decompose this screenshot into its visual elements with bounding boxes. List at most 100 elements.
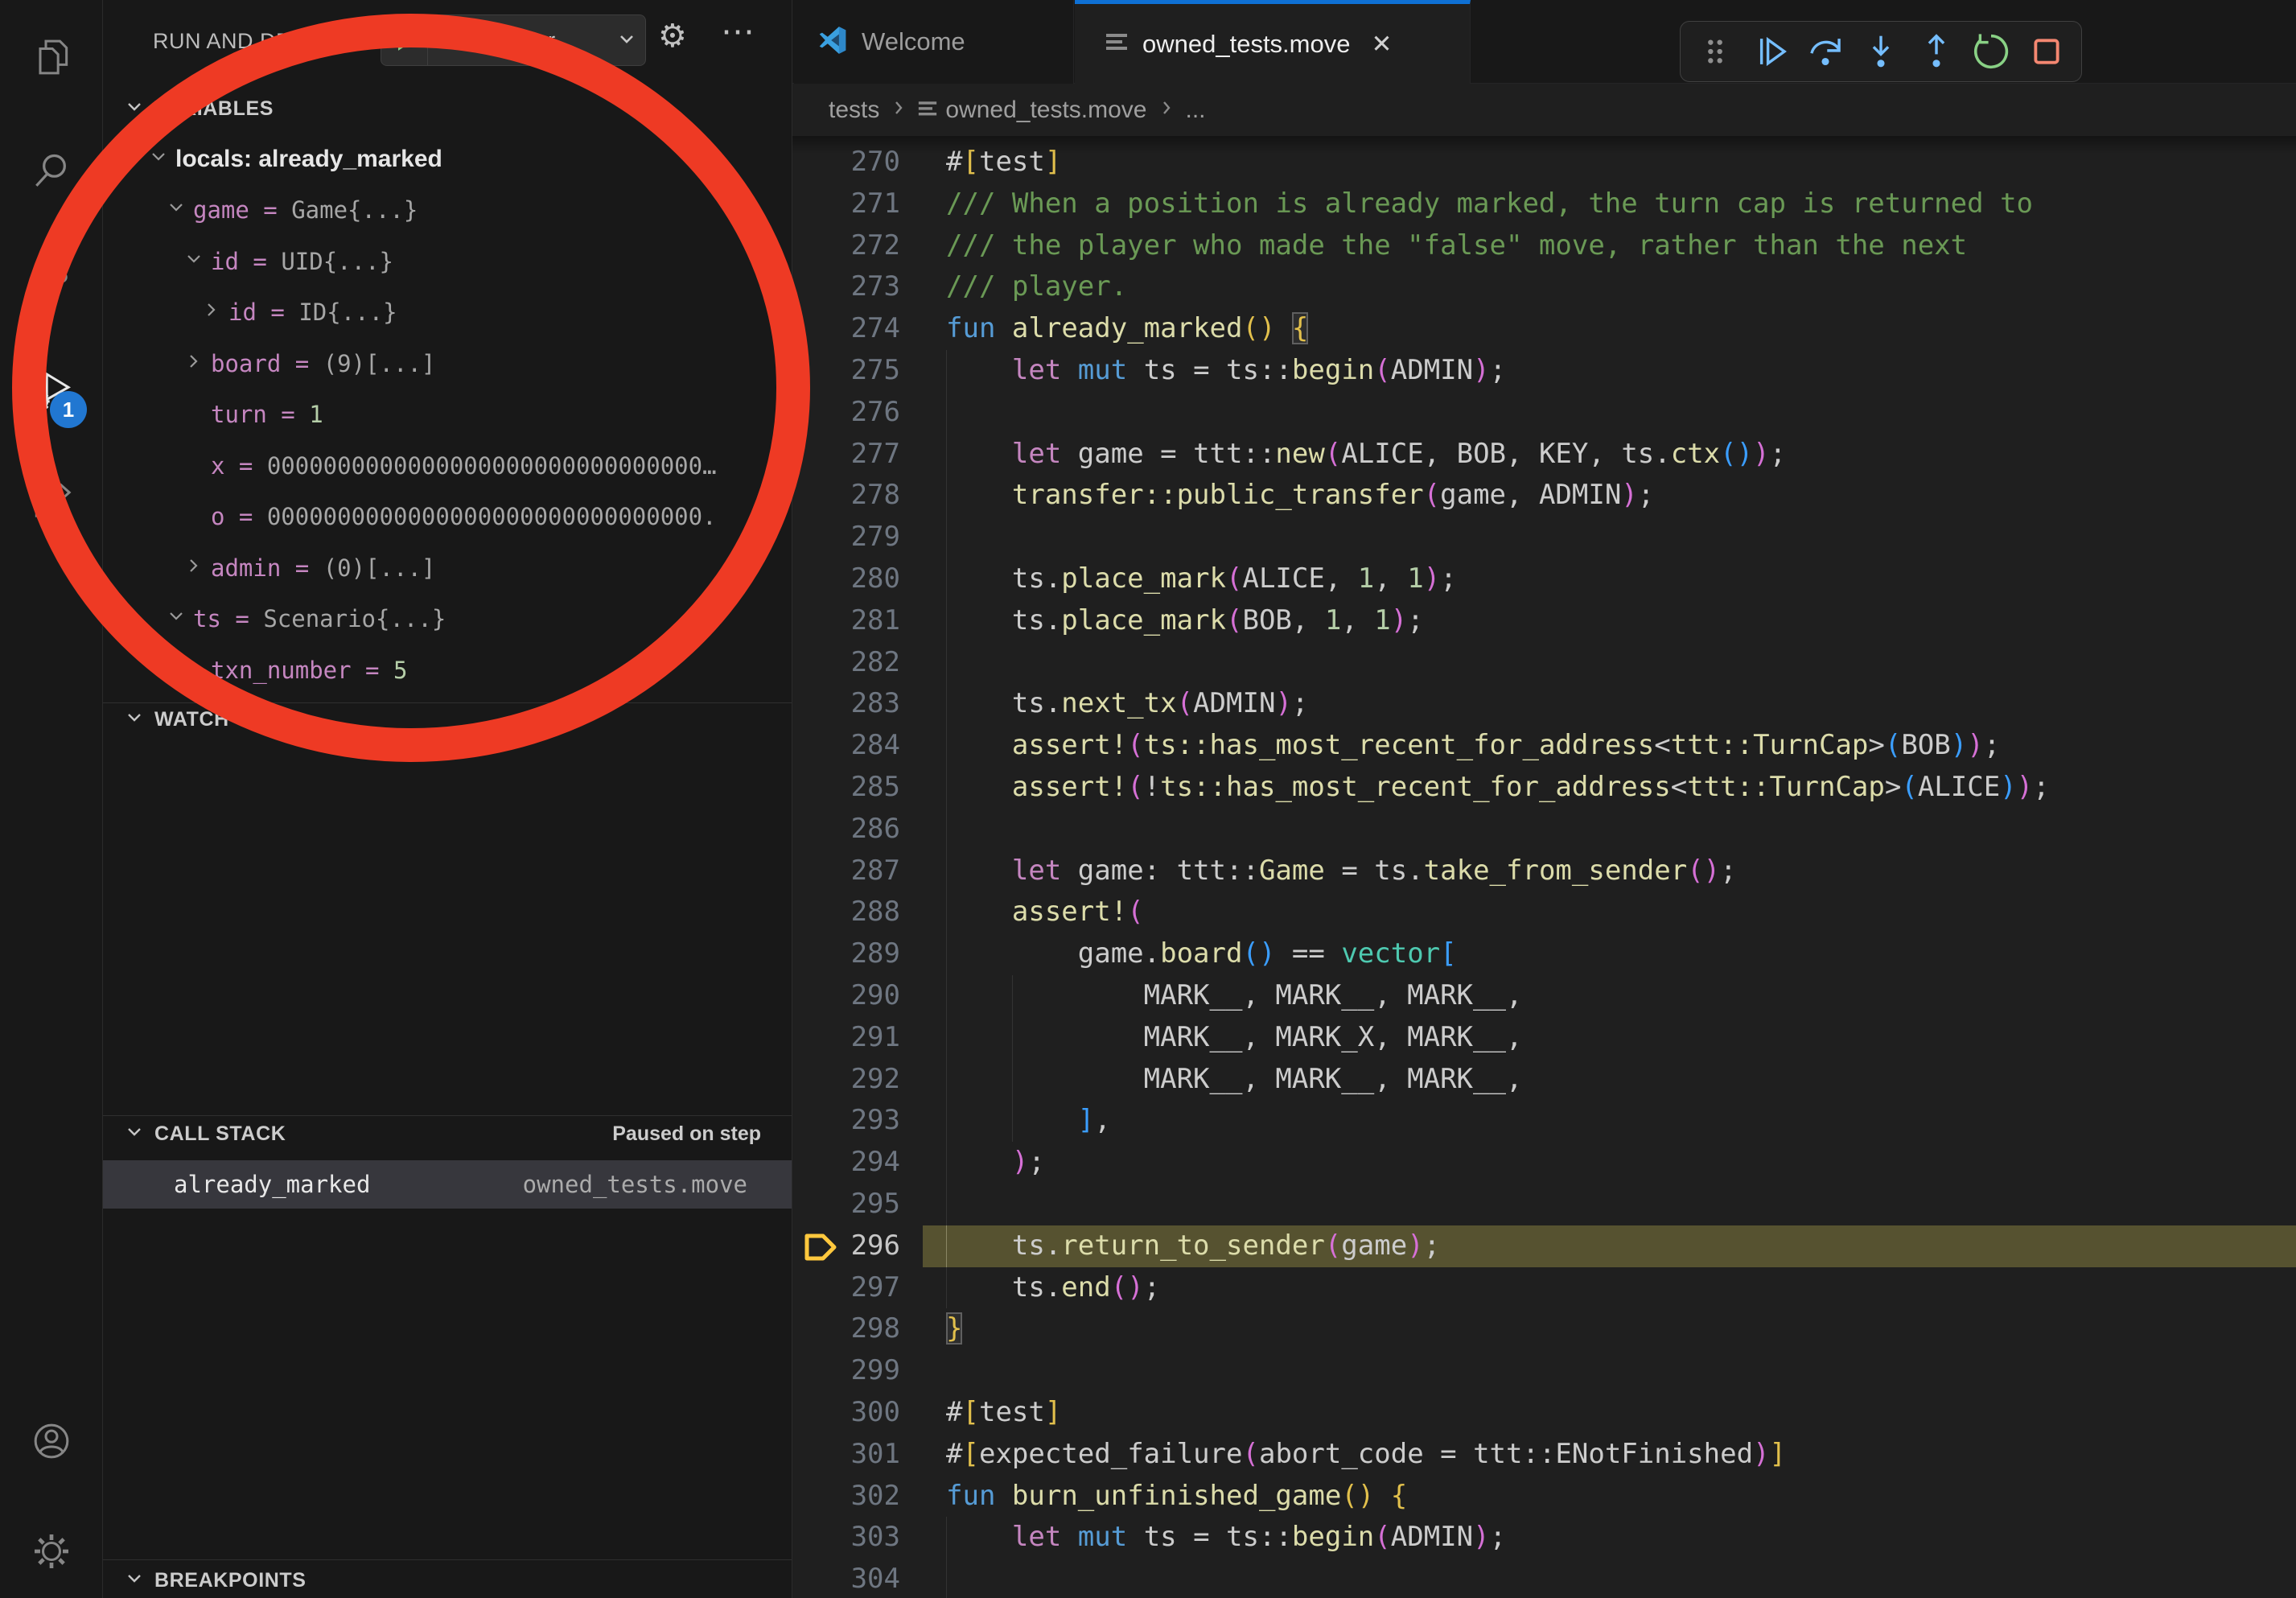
line-text[interactable]: ts.end(); (946, 1267, 1160, 1309)
variable-row[interactable]: locals: already_marked (103, 134, 792, 185)
debug-config-dropdown[interactable]: No Configur (428, 28, 608, 53)
line-number[interactable]: 275 (792, 350, 900, 392)
variable-row[interactable]: board = (9)[...] (103, 338, 792, 389)
line-text[interactable]: ts.place_mark(BOB, 1, 1); (946, 600, 1424, 642)
variables-section-header[interactable]: VARIABLES (103, 89, 792, 128)
line-number[interactable]: 295 (792, 1184, 900, 1225)
restart-icon[interactable] (1971, 31, 2011, 72)
line-number[interactable]: 302 (792, 1476, 900, 1518)
line-number[interactable]: 297 (792, 1267, 900, 1309)
account-icon[interactable] (29, 1419, 74, 1464)
more-actions-icon[interactable]: ⋯ (721, 11, 756, 51)
line-text[interactable]: #[expected_failure(abort_code = ttt::ENo… (946, 1434, 1786, 1476)
variable-row[interactable]: admin = (0)[...] (103, 542, 792, 594)
step-out-icon[interactable] (1916, 31, 1957, 72)
line-number[interactable]: 301 (792, 1434, 900, 1476)
line-text[interactable]: let mut ts = ts::begin(ADMIN); (946, 350, 1506, 392)
line-text[interactable]: MARK__, MARK__, MARK__, (946, 1059, 1522, 1101)
line-number[interactable]: 304 (792, 1559, 900, 1598)
breadcrumb-file[interactable]: owned_tests.move (945, 97, 1146, 124)
watch-section-header[interactable]: WATCH (103, 700, 792, 739)
settings-gear-icon[interactable] (29, 1529, 74, 1574)
chevron-right-icon[interactable] (183, 350, 204, 377)
stop-icon[interactable] (2026, 31, 2067, 72)
line-text[interactable]: /// When a position is already marked, t… (946, 183, 2033, 225)
line-number[interactable]: 282 (792, 642, 900, 684)
tab-welcome[interactable]: Welcome (794, 0, 1074, 84)
line-text[interactable]: ); (946, 1142, 1045, 1184)
chevron-right-icon[interactable] (201, 299, 222, 326)
search-icon[interactable] (29, 147, 74, 192)
line-number[interactable]: 281 (792, 600, 900, 642)
line-text[interactable]: } (946, 1308, 962, 1350)
continue-icon[interactable] (1751, 31, 1791, 72)
call-stack-frame[interactable]: already_marked owned_tests.move (103, 1160, 792, 1209)
line-number[interactable]: 289 (792, 933, 900, 975)
line-text[interactable]: fun burn_unfinished_game() { (946, 1476, 1407, 1518)
line-number[interactable]: 296 (792, 1225, 900, 1267)
step-into-icon[interactable] (1861, 31, 1901, 72)
chevron-down-icon[interactable] (166, 196, 187, 224)
line-text[interactable]: transfer::public_transfer(game, ADMIN); (946, 475, 1654, 517)
line-number[interactable]: 273 (792, 266, 900, 308)
line-number[interactable]: 288 (792, 892, 900, 933)
breadcrumb-symbol[interactable]: ... (1186, 97, 1206, 124)
line-text[interactable]: let mut ts = ts::begin(ADMIN); (946, 1517, 1506, 1559)
close-icon[interactable]: ✕ (1371, 30, 1392, 59)
line-number[interactable]: 299 (792, 1350, 900, 1392)
line-number[interactable]: 287 (792, 850, 900, 892)
variable-row[interactable]: id = ID{...} (103, 287, 792, 339)
line-number[interactable]: 277 (792, 434, 900, 476)
drag-grip-icon[interactable] (1695, 31, 1735, 72)
chevron-down-icon[interactable] (183, 248, 204, 275)
line-text[interactable]: fun already_marked() { (946, 308, 1308, 350)
line-number[interactable]: 292 (792, 1059, 900, 1101)
line-text[interactable]: ts.return_to_sender(game); (946, 1225, 1440, 1267)
line-text[interactable]: assert!(!ts::has_most_recent_for_address… (946, 767, 2050, 809)
explorer-icon[interactable] (29, 35, 74, 80)
line-text[interactable]: assert!( (946, 892, 1144, 933)
variable-row[interactable]: game = Game{...} (103, 185, 792, 237)
variable-row[interactable]: x = 0000000000000000000000000000000… (103, 440, 792, 492)
line-number[interactable]: 294 (792, 1142, 900, 1184)
line-text[interactable]: ts.next_tx(ADMIN); (946, 683, 1308, 725)
chevron-down-icon[interactable] (608, 28, 645, 53)
line-number[interactable]: 284 (792, 725, 900, 767)
step-over-icon[interactable] (1805, 31, 1845, 72)
line-text[interactable]: game.board() == vector[ (946, 933, 1457, 975)
line-text[interactable]: ts.place_mark(ALICE, 1, 1); (946, 558, 1457, 600)
line-number[interactable]: 300 (792, 1392, 900, 1434)
gear-icon[interactable]: ⚙ (658, 18, 687, 55)
line-number[interactable]: 280 (792, 558, 900, 600)
chevron-down-icon[interactable] (148, 146, 169, 173)
variable-row[interactable]: o = 0000000000000000000000000000000. (103, 492, 792, 543)
line-text[interactable]: let game = ttt::new(ALICE, BOB, KEY, ts.… (946, 434, 1786, 476)
line-text[interactable]: MARK__, MARK_X, MARK__, (946, 1017, 1522, 1059)
line-number[interactable]: 274 (792, 308, 900, 350)
line-text[interactable]: let game: ttt::Game = ts.take_from_sende… (946, 850, 1737, 892)
line-text[interactable]: assert!(ts::has_most_recent_for_address<… (946, 725, 2000, 767)
variable-row[interactable]: turn = 1 (103, 389, 792, 441)
line-text[interactable]: #[test] (946, 1392, 1061, 1434)
line-number[interactable]: 303 (792, 1517, 900, 1559)
line-text[interactable]: /// player. (946, 266, 1127, 308)
variable-row[interactable]: id = UID{...} (103, 236, 792, 287)
extensions-icon[interactable] (29, 481, 74, 526)
line-number[interactable]: 283 (792, 683, 900, 725)
line-text[interactable]: MARK__, MARK__, MARK__, (946, 975, 1522, 1017)
line-number[interactable]: 278 (792, 475, 900, 517)
line-number[interactable]: 298 (792, 1308, 900, 1350)
call-stack-section-header[interactable]: CALL STACK Paused on step (103, 1114, 792, 1153)
line-number[interactable]: 293 (792, 1100, 900, 1142)
breadcrumb-folder[interactable]: tests (829, 97, 879, 124)
variable-row[interactable]: ts = Scenario{...} (103, 594, 792, 645)
line-number[interactable]: 276 (792, 392, 900, 434)
line-number[interactable]: 271 (792, 183, 900, 225)
line-text[interactable]: ], (946, 1100, 1111, 1142)
line-number[interactable]: 285 (792, 767, 900, 809)
line-number[interactable]: 279 (792, 517, 900, 558)
source-control-icon[interactable] (29, 257, 74, 303)
line-number[interactable]: 272 (792, 225, 900, 267)
chevron-right-icon[interactable] (183, 554, 204, 582)
line-text[interactable]: /// the player who made the "false" move… (946, 225, 1967, 267)
